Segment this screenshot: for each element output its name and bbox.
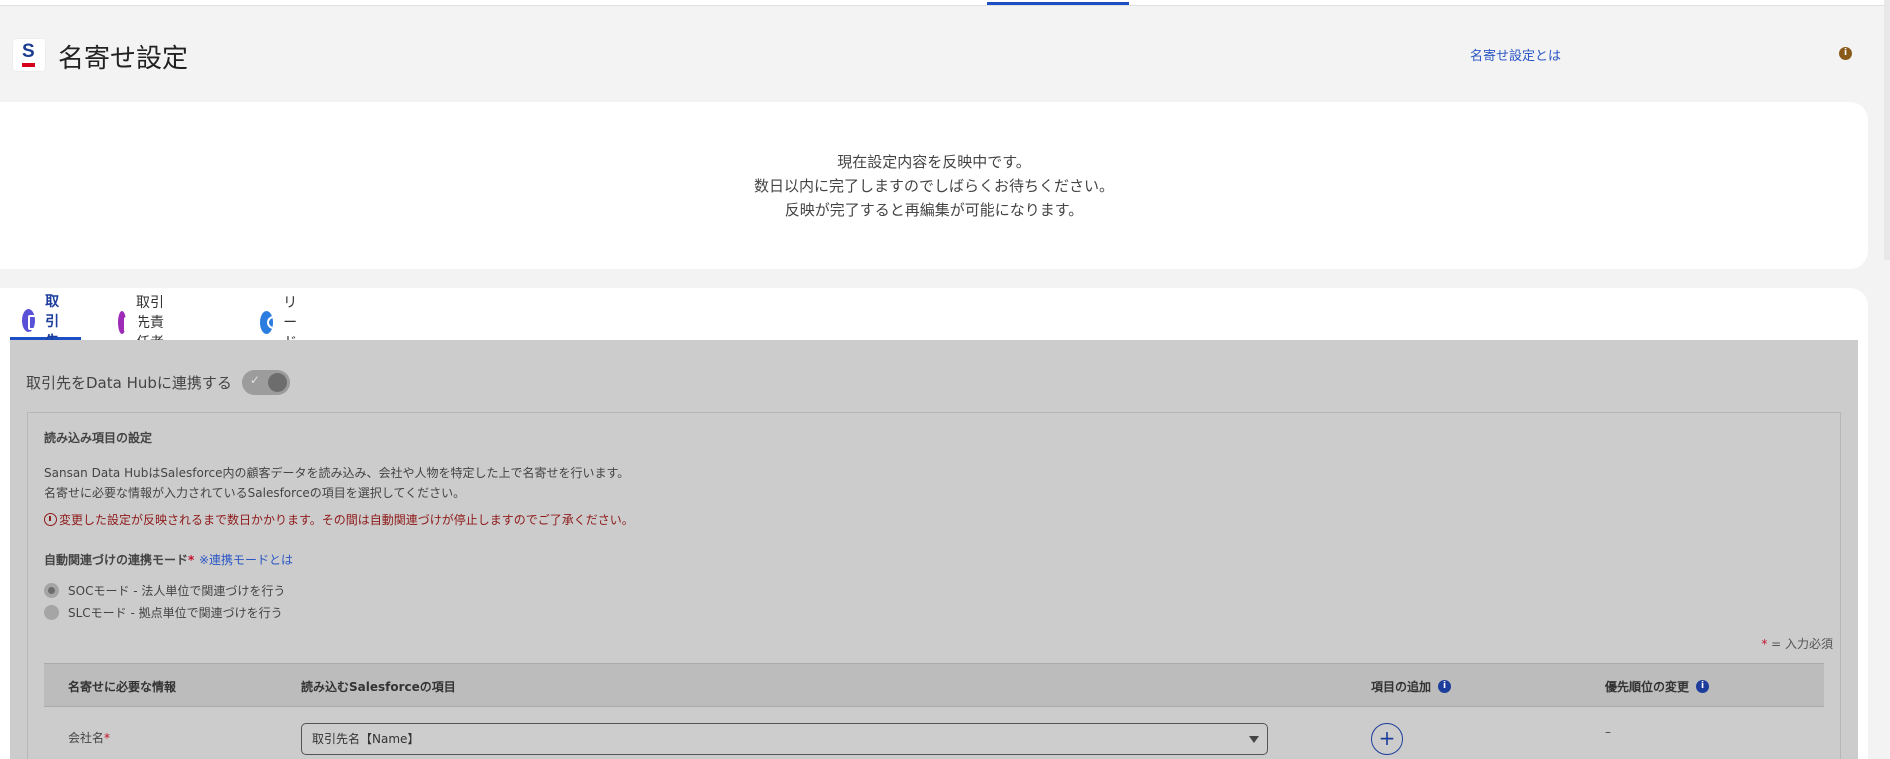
chevron-down-icon xyxy=(1249,736,1259,743)
page-title: 名寄せ設定 xyxy=(58,44,189,74)
toggle-knob xyxy=(267,373,287,392)
check-icon: ✓ xyxy=(249,373,260,387)
settings-card: 取引先 取引先責任者 リード 取引先をData Hubに連携する ✓ 読み込み項… xyxy=(0,288,1868,759)
column-header-salesforce-field: 読み込むSalesforceの項目 xyxy=(301,680,456,694)
page-scrollbar[interactable] xyxy=(1884,0,1890,260)
row-field-name: 会社名* xyxy=(68,731,111,745)
notice-line-2: 数日以内に完了しますのでしばらくお待ちください。 xyxy=(753,177,1114,195)
tab-lead[interactable]: リード xyxy=(260,295,307,351)
warning-message: 変更した設定が反映されるまで数日かかります。その間は自動関連づけが停止しますので… xyxy=(44,511,634,528)
radio-button[interactable] xyxy=(44,583,59,598)
radio-label: SOCモード - 法人単位で関連づけを行う xyxy=(68,584,286,598)
info-icon[interactable]: i xyxy=(1839,47,1852,60)
section-title: 読み込み項目の設定 xyxy=(44,431,153,445)
required-mark: * xyxy=(188,553,195,567)
table-header: 名寄せに必要な情報 読み込むSalesforceの項目 項目の追加 i 優先順位… xyxy=(44,663,1824,707)
contact-card-icon xyxy=(118,310,139,334)
section-description: Sansan Data HubはSalesforce内の顧客データを読み込み、会… xyxy=(44,463,629,503)
radio-slc-mode[interactable]: SLCモード - 拠点単位で関連づけを行う xyxy=(44,604,283,621)
required-note-text: = 入力必須 xyxy=(1767,637,1833,651)
read-fields-settings: 読み込み項目の設定 Sansan Data HubはSalesforce内の顧客… xyxy=(27,412,1841,759)
table-row: 会社名* 取引先名【Name】 + – xyxy=(44,707,1824,759)
notice-line-1: 現在設定内容を反映中です。 xyxy=(837,153,1031,171)
column-header-required-info: 名寄せに必要な情報 xyxy=(68,680,177,694)
toggle-label: 取引先をData Hubに連携する xyxy=(26,374,232,392)
radio-soc-mode[interactable]: SOCモード - 法人単位で関連づけを行う xyxy=(44,582,285,599)
account-settings-panel: 取引先をData Hubに連携する ✓ 読み込み項目の設定 Sansan Dat… xyxy=(10,340,1858,759)
required-note: * = 入力必須 xyxy=(1761,635,1833,652)
column-header-priority: 優先順位の変更 i xyxy=(1605,678,1710,695)
clock-warning-icon xyxy=(44,513,57,526)
column-header-add-field: 項目の追加 i xyxy=(1371,678,1452,695)
select-value: 取引先名【Name】 xyxy=(312,732,420,746)
help-link[interactable]: 名寄せ設定とは xyxy=(1470,45,1561,64)
description-line-1: Sansan Data HubはSalesforce内の顧客データを読み込み、会… xyxy=(44,466,630,480)
building-icon xyxy=(22,309,44,332)
person-icon xyxy=(260,310,281,334)
datahub-sync-toggle[interactable]: ✓ xyxy=(241,370,290,395)
warning-text: 変更した設定が反映されるまで数日かかります。その間は自動関連づけが停止しますので… xyxy=(59,513,634,527)
top-nav-bar xyxy=(0,0,1890,6)
mode-label: 自動関連づけの連携モード* xyxy=(44,551,194,568)
datahub-sync-toggle-row: 取引先をData Hubに連携する ✓ xyxy=(26,370,290,395)
radio-label: SLCモード - 拠点単位で関連づけを行う xyxy=(68,606,283,620)
mode-label-text: 自動関連づけの連携モード xyxy=(44,553,189,567)
add-field-button[interactable]: + xyxy=(1371,723,1403,755)
top-nav-active-indicator xyxy=(987,2,1129,5)
description-line-2: 名寄せに必要な情報が入力されているSalesforceの項目を選択してください。 xyxy=(44,486,466,500)
info-icon[interactable]: i xyxy=(1696,680,1710,693)
tab-account[interactable]: 取引先 xyxy=(10,294,81,350)
sync-notice-card: 現在設定内容を反映中です。 数日以内に完了しますのでしばらくお待ちください。 反… xyxy=(0,102,1868,269)
salesforce-field-select[interactable]: 取引先名【Name】 xyxy=(301,723,1268,755)
sansan-logo: S xyxy=(13,39,45,71)
radio-button[interactable] xyxy=(44,605,59,620)
mode-help-link[interactable]: ※連携モードとは xyxy=(199,551,293,568)
priority-value: – xyxy=(1605,725,1611,739)
info-icon[interactable]: i xyxy=(1438,680,1452,693)
tab-contact[interactable]: 取引先責任者 xyxy=(118,295,165,351)
notice-line-3: 反映が完了すると再編集が可能になります。 xyxy=(784,201,1084,219)
